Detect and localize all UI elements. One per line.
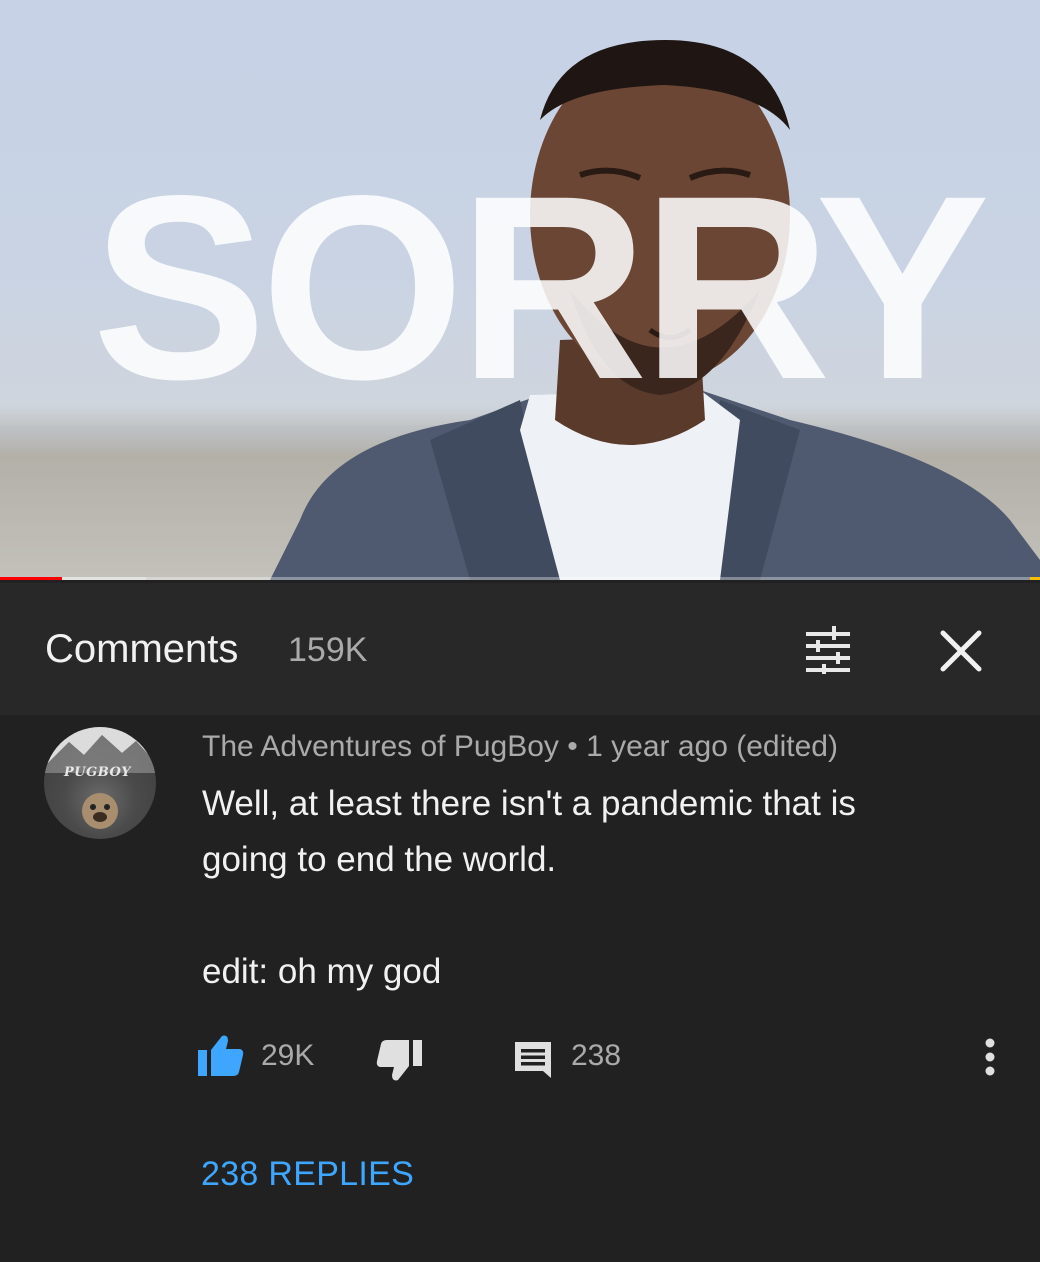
progress-played bbox=[0, 577, 63, 580]
video-progress-bar[interactable] bbox=[0, 577, 1040, 580]
reply-comment-icon[interactable] bbox=[513, 1040, 553, 1080]
reply-count: 238 bbox=[571, 1039, 622, 1072]
avatar-logo-text: PUGBOY bbox=[64, 765, 132, 780]
comment-line: going to end the world. bbox=[202, 840, 557, 879]
comment-body: Well, at least there isn't a pandemic th… bbox=[202, 776, 1002, 1000]
meta-separator: • bbox=[567, 730, 578, 763]
comments-count: 159K bbox=[288, 631, 368, 669]
view-replies-link[interactable]: 238 REPLIES bbox=[201, 1152, 414, 1196]
progress-ad-marker bbox=[1030, 577, 1040, 580]
sort-filter-icon[interactable] bbox=[802, 626, 854, 674]
more-options-icon[interactable] bbox=[975, 1036, 1005, 1078]
comment-line: Well, at least there isn't a pandemic th… bbox=[202, 784, 856, 823]
video-overlay-word: SORRY bbox=[92, 141, 990, 434]
comment-time[interactable]: 1 year ago (edited) bbox=[586, 730, 838, 763]
close-icon[interactable] bbox=[938, 628, 984, 674]
avatar[interactable]: PUGBOY bbox=[44, 727, 156, 839]
video-player[interactable]: SORRY bbox=[0, 0, 1040, 580]
comment-author[interactable]: The Adventures of PugBoy bbox=[202, 730, 559, 763]
thumbs-up-icon[interactable] bbox=[198, 1034, 244, 1076]
thumbs-down-icon[interactable] bbox=[376, 1040, 422, 1082]
like-count: 29K bbox=[261, 1039, 315, 1072]
comment-meta: The Adventures of PugBoy • 1 year ago (e… bbox=[202, 726, 838, 768]
comment-line-gap bbox=[202, 888, 1002, 944]
avatar-mountains-image bbox=[44, 727, 156, 829]
comment-edit-line: edit: oh my god bbox=[202, 952, 442, 991]
comments-title: Comments bbox=[45, 627, 239, 671]
